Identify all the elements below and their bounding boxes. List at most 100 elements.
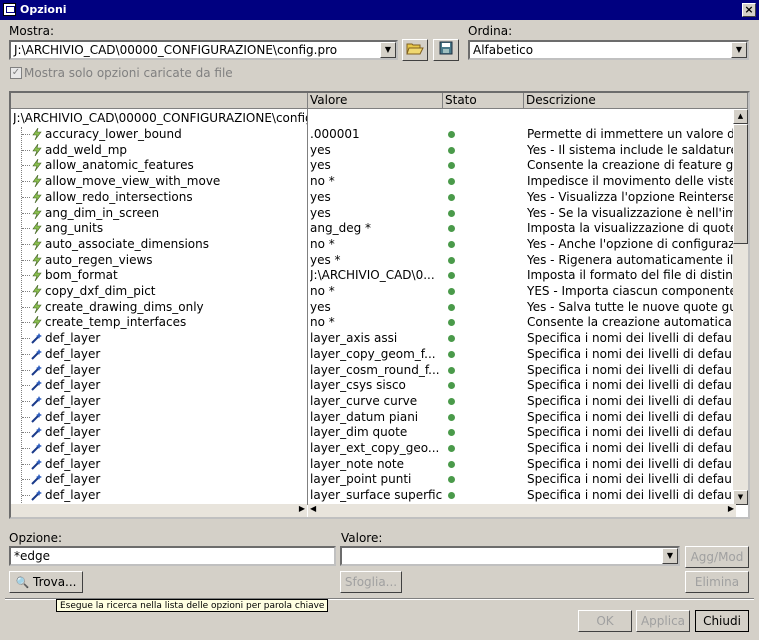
vertical-scrollbar[interactable]: ▲ ▼ xyxy=(733,109,748,505)
table-row[interactable]: allow_move_view_with_move no * Impedisce i… xyxy=(11,174,736,190)
lightning-icon xyxy=(31,174,44,188)
option-value: layer_axis assi xyxy=(310,331,398,346)
chevron-down-icon[interactable]: ▼ xyxy=(662,548,678,564)
table-row[interactable]: def_layer layer_cosm_round_f... Specifica … xyxy=(11,363,736,379)
close-icon[interactable]: × xyxy=(742,3,756,17)
status-dot xyxy=(448,272,455,280)
tree-branch xyxy=(22,432,30,434)
option-name: def_layer xyxy=(45,393,101,408)
chevron-down-icon[interactable]: ▼ xyxy=(731,42,747,58)
option-value: layer_point punti xyxy=(310,472,412,487)
table-row[interactable]: def_layer layer_dim quote Specifica i nomi… xyxy=(11,425,736,441)
table-row[interactable]: allow_redo_intersections yes Yes - Visuali… xyxy=(11,190,736,206)
option-value: yes xyxy=(310,158,331,173)
option-description: Consente la creazione di feature geo xyxy=(527,158,736,173)
option-description: Yes - Visualizza l'opzione Reinterseca xyxy=(527,189,736,204)
table-row[interactable]: add_weld_mp yes Yes - Il sistema include l… xyxy=(11,143,736,159)
option-value: yes xyxy=(310,299,331,314)
options-grid[interactable]: Valore Stato Descrizione J:\ARCHIVIO_CAD… xyxy=(9,91,750,519)
table-row[interactable]: create_drawing_dims_only yes Yes - Salva t… xyxy=(11,300,736,316)
option-value: layer_curve curve xyxy=(310,393,418,408)
header-stato[interactable]: Stato xyxy=(443,93,524,109)
agg-mod-button[interactable]: Agg/Mod xyxy=(685,546,749,568)
chevron-down-icon[interactable]: ▼ xyxy=(380,42,396,58)
horizontal-scrollbar-left[interactable]: ▶ xyxy=(11,504,307,517)
option-name: create_temp_interfaces xyxy=(45,315,187,330)
scroll-right-icon[interactable]: ▶ xyxy=(299,504,305,513)
save-config-button[interactable] xyxy=(433,39,459,61)
table-row[interactable]: def_layer layer_ext_copy_geo... Specifica … xyxy=(11,441,736,457)
table-row[interactable]: def_layer layer_copy_geom_f... Specifica i… xyxy=(11,347,736,363)
valore-select[interactable]: ▼ xyxy=(340,546,680,566)
option-description: Specifica i nomi dei livelli di default … xyxy=(527,393,736,408)
header-valore[interactable]: Valore xyxy=(308,93,443,109)
option-value: layer_surface superfici xyxy=(310,488,442,503)
opzione-input[interactable]: *edge xyxy=(9,546,336,566)
table-row[interactable]: allow_anatomic_features yes Consente la cr… xyxy=(11,158,736,174)
status-dot xyxy=(448,178,455,186)
status-dot xyxy=(448,193,455,201)
tree-root[interactable]: J:\ARCHIVIO_CAD\00000_CONFIGURAZIONE\con… xyxy=(11,111,736,127)
table-row[interactable]: def_layer layer_point punti Specifica i no… xyxy=(11,472,736,488)
table-row[interactable]: ang_units ang_deg * Imposta la visualizzaz… xyxy=(11,221,736,237)
table-row[interactable]: bom_format J:\ARCHIVIO_CAD\0... Imposta il… xyxy=(11,268,736,284)
table-row[interactable]: def_layer layer_csys sisco Specifica i nom… xyxy=(11,378,736,394)
option-value: yes xyxy=(310,189,331,204)
tree-branch xyxy=(22,400,30,402)
scroll-right-icon[interactable]: ▶ xyxy=(728,504,734,513)
option-description: Specifica i nomi dei livelli di default … xyxy=(527,362,736,377)
opzione-label: Opzione: xyxy=(9,531,63,545)
lightning-icon xyxy=(31,206,44,220)
open-folder-button[interactable] xyxy=(402,39,428,61)
table-row[interactable]: def_layer layer_curve curve Specifica i no… xyxy=(11,394,736,410)
applica-button[interactable]: Applica xyxy=(636,610,690,632)
horizontal-scrollbar-right[interactable]: ◀ ▶ xyxy=(308,504,736,517)
header-name[interactable] xyxy=(11,93,308,109)
option-description: Yes - Rigenera automaticamente il c xyxy=(527,252,736,267)
tree-branch xyxy=(22,134,30,135)
option-description: Specifica i nomi dei livelli di default … xyxy=(527,409,736,424)
show-loaded-only-checkbox[interactable]: ✓ xyxy=(10,67,22,79)
sfoglia-button[interactable]: Sfoglia... xyxy=(340,571,402,593)
scroll-down-icon[interactable]: ▼ xyxy=(733,490,748,505)
table-row[interactable]: create_temp_interfaces no * Consente la cr… xyxy=(11,315,736,331)
option-value: layer_dim quote xyxy=(310,425,408,440)
option-value: no * xyxy=(310,236,335,251)
ordina-select[interactable]: Alfabetico ▼ xyxy=(468,40,749,60)
elimina-button[interactable]: Elimina xyxy=(685,571,749,593)
option-description: YES - Importa ciascun componente xyxy=(527,284,736,298)
table-row[interactable]: def_layer layer_surface superfici Specific… xyxy=(11,488,736,504)
chiudi-button[interactable]: Chiudi xyxy=(695,610,749,632)
option-name: allow_move_view_with_move xyxy=(45,174,221,189)
option-name: ang_dim_in_screen xyxy=(45,205,160,220)
scroll-up-icon[interactable]: ▲ xyxy=(733,109,748,124)
mostra-select[interactable]: J:\ARCHIVIO_CAD\00000_CONFIGURAZIONE\con… xyxy=(9,40,398,60)
option-value: yes xyxy=(310,142,331,157)
table-row[interactable]: copy_dxf_dim_pict no * YES - Importa ciasc… xyxy=(11,284,736,300)
table-row[interactable]: def_layer layer_axis assi Specifica i nomi… xyxy=(11,331,736,347)
trova-button[interactable]: 🔍 Trova... xyxy=(9,571,83,593)
lightning-icon xyxy=(31,190,44,204)
options-dialog: Opzioni × Mostra: J:\ARCHIVIO_CAD\00000_… xyxy=(0,0,759,640)
ok-button[interactable]: OK xyxy=(578,610,632,632)
table-row[interactable]: def_layer layer_note note Specifica i nomi… xyxy=(11,457,736,473)
option-description: Specifica i nomi dei livelli di default … xyxy=(527,425,736,440)
option-name: def_layer xyxy=(45,441,101,455)
status-dot xyxy=(448,225,455,233)
window-title: Opzioni xyxy=(20,3,67,16)
table-row[interactable]: auto_regen_views yes * Yes - Rigenera auto… xyxy=(11,253,736,269)
status-dot xyxy=(448,146,455,154)
scroll-thumb[interactable] xyxy=(733,124,748,244)
header-descrizione[interactable]: Descrizione xyxy=(524,93,748,109)
table-row[interactable]: def_layer layer_datum piani Specifica i no… xyxy=(11,410,736,426)
lightning-icon xyxy=(31,284,44,298)
tree-branch xyxy=(22,495,30,497)
option-name: def_layer xyxy=(45,331,101,346)
scroll-left-icon[interactable]: ◀ xyxy=(310,504,316,513)
multi-value-icon xyxy=(31,379,44,392)
table-row[interactable]: auto_associate_dimensions no * Yes - Anche… xyxy=(11,237,736,253)
table-row[interactable]: ang_dim_in_screen yes Yes - Se la visualiz… xyxy=(11,206,736,222)
tree-branch xyxy=(22,259,30,261)
trova-label: Trova... xyxy=(33,575,77,589)
table-row[interactable]: accuracy_lower_bound .000001 Permette di i… xyxy=(11,127,736,143)
